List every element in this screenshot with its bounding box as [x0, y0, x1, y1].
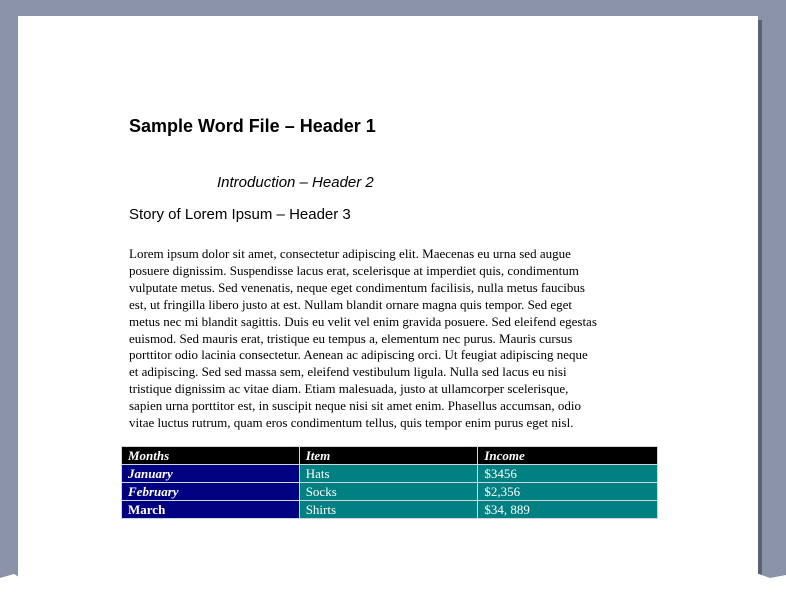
header-2: Introduction – Header 2 — [217, 174, 374, 191]
column-header-months: Months — [121, 446, 300, 465]
header-3: Story of Lorem Ipsum – Header 3 — [129, 206, 351, 223]
torn-edge-effect — [0, 572, 786, 596]
column-header-item: Item — [298, 446, 479, 465]
table-row: February Socks $2,356 — [121, 482, 658, 501]
table-row: January Hats $3456 — [121, 464, 658, 483]
month-cell: March — [121, 500, 300, 519]
item-cell: Hats — [298, 464, 479, 483]
paragraph-line: vitae luctus rutrum, quam eros condiment… — [129, 415, 574, 431]
paragraph-line: Lorem ipsum dolor sit amet, consectetur … — [129, 246, 571, 261]
table-header-row: Months Item Income — [121, 446, 658, 465]
column-header-income: Income — [477, 446, 658, 465]
paragraph-line: vulputate metus. Sed venenatis, neque eg… — [129, 279, 585, 295]
item-cell: Shirts — [298, 500, 479, 519]
paragraph-line: tristique dignissim ac vitae diam. Etiam… — [129, 381, 569, 397]
item-cell: Socks — [298, 482, 479, 501]
income-cell: $2,356 — [477, 482, 658, 501]
paragraph-line: metus nec mi blandit sagittis. Duis eu v… — [129, 313, 597, 329]
table-row: March Shirts $34, 889 — [121, 500, 658, 519]
month-cell: February — [121, 482, 300, 501]
paragraph-line: porttitor odio lacinia consectetur. Aene… — [129, 347, 588, 363]
paragraph-line: euismod. Sed mauris erat, tristique eu t… — [129, 330, 573, 346]
paragraph-line: et adipiscing. Sed sed massa sem, eleife… — [129, 364, 567, 380]
income-cell: $3456 — [477, 464, 658, 483]
paragraph-line: est, ut fringilla libero justo at est. N… — [129, 296, 572, 312]
income-cell: $34, 889 — [477, 500, 658, 519]
paragraph-line: sapien urna porttitor est, in suscipit n… — [129, 398, 582, 414]
body-paragraph: Lorem ipsum dolor sit amet, consectetur … — [129, 246, 659, 432]
month-cell: January — [121, 464, 300, 483]
paragraph-line: posuere dignissim. Suspendisse lacus era… — [129, 262, 579, 278]
header-1: Sample Word File – Header 1 — [129, 116, 376, 136]
income-table: Months Item Income January Hats $3456 Fe… — [121, 446, 658, 519]
